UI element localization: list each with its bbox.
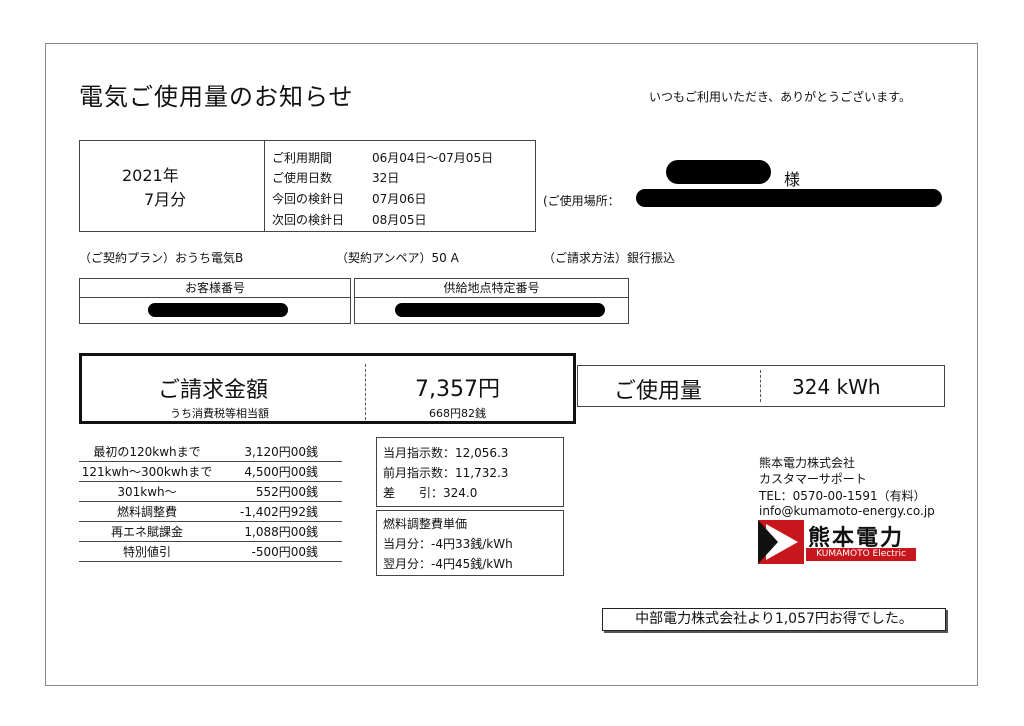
meter-reading-box: 当月指示数：12,056.3 前月指示数：11,732.3 差 引：324.0: [376, 437, 564, 507]
bill-year: 2021年: [122, 166, 179, 185]
fee-value: -500円00銭: [215, 541, 342, 562]
table-row: 121kwh〜300kwhまで 4,500円00銭: [79, 461, 342, 482]
table-row: 燃料調整費 -1,402円92銭: [79, 501, 342, 522]
fee-breakdown-table: 最初の120kwhまで 3,120円00銭 121kwh〜300kwhまで 4,50…: [79, 442, 342, 562]
customer-number-box: お客様番号: [79, 278, 351, 324]
company-name: 熊本電力株式会社: [759, 456, 856, 470]
logo-subtext: KUMAMOTO Electric Power: [806, 548, 916, 572]
period-value: 06月04日〜07月05日: [372, 151, 494, 165]
company-email: info@kumamoto-energy.co.jp: [759, 504, 935, 518]
company-dept: カスタマーサポート: [759, 472, 867, 486]
usage-place-label: (ご使用場所：: [543, 194, 620, 208]
payment-method: （ご請求方法）銀行振込: [543, 251, 676, 265]
fee-value: 4,500円00銭: [215, 461, 342, 482]
days-label: ご使用日数: [272, 171, 333, 185]
table-row: 再エネ賦課金 1,088円00銭: [79, 521, 342, 542]
period-divider: [264, 141, 265, 231]
contract-ampere: （契約アンペア）50 A: [336, 251, 459, 265]
billing-period-box: 2021年 7月分 ご利用期間 06月04日〜07月05日 ご使用日数 32日 …: [79, 140, 536, 232]
fee-value: -1,402円92銭: [215, 501, 342, 522]
fee-label: 121kwh〜300kwhまで: [79, 461, 215, 482]
fee-label: 301kwh〜: [79, 481, 215, 502]
fuel-this-month: 当月分：-4円33銭/kWh: [383, 537, 513, 551]
supply-point-label: 供給地点特定番号: [355, 279, 628, 298]
current-meter-reading: 当月指示数：12,056.3: [383, 446, 509, 460]
greeting-text: いつもご利用いただき、ありがとうございます。: [649, 90, 911, 104]
bill-sheet: 電気ご使用量のお知らせ いつもご利用いただき、ありがとうございます。 2021年…: [45, 43, 978, 686]
usage-divider: [760, 370, 761, 402]
fee-label: 最初の120kwhまで: [79, 442, 215, 462]
next-reading-label: 次回の検針日: [272, 213, 345, 227]
usage-box: ご使用量 324 kWh: [577, 365, 945, 407]
table-row: 最初の120kwhまで 3,120円00銭: [79, 442, 342, 462]
fuel-adjustment-box: 燃料調整費単価 当月分：-4円33銭/kWh 翌月分：-4円45銭/kWh: [376, 510, 564, 576]
honorific: 様: [784, 170, 801, 189]
customer-number-label: お客様番号: [80, 279, 350, 298]
company-tel: TEL：0570-00-1591（有料）: [759, 489, 926, 503]
fee-value: 552円00銭: [215, 481, 342, 502]
page-title: 電気ご使用量のお知らせ: [79, 83, 354, 111]
usage-title: ご使用量: [614, 379, 703, 404]
redacted-usage-place: [636, 189, 942, 207]
next-reading-value: 08月05日: [372, 213, 427, 227]
billing-divider: [365, 364, 366, 420]
fee-value: 3,120円00銭: [215, 442, 342, 462]
period-label: ご利用期間: [272, 151, 333, 165]
billing-amount-box: ご請求金額 7,357円 うち消費税等相当額 668円82銭: [79, 353, 576, 424]
fuel-adjustment-title: 燃料調整費単価: [383, 517, 468, 531]
previous-meter-reading: 前月指示数：11,732.3: [383, 466, 509, 480]
savings-notice: 中部電力株式会社より1,057円お得でした。: [602, 608, 946, 631]
redacted-customer-name: [666, 160, 771, 184]
days-value: 32日: [372, 171, 400, 185]
tax-label: うち消費税等相当額: [170, 407, 269, 420]
tax-amount: 668円82銭: [429, 407, 486, 420]
bill-month: 7月分: [144, 190, 187, 209]
fee-label: 特別値引: [79, 541, 215, 562]
fee-value: 1,088円00銭: [215, 521, 342, 542]
usage-value: 324 kWh: [792, 375, 881, 399]
table-row: 特別値引 -500円00銭: [79, 541, 342, 562]
company-logo: 熊本電力 KUMAMOTO Electric Power: [758, 518, 918, 572]
meter-difference: 差 引：324.0: [383, 486, 478, 500]
billing-amount: 7,357円: [415, 377, 500, 402]
fuel-next-month: 翌月分：-4円45銭/kWh: [383, 557, 513, 571]
logo-mark-icon: [758, 520, 804, 564]
billing-title: ご請求金額: [158, 378, 269, 403]
contract-plan: （ご契約プラン）おうち電気B: [79, 251, 244, 265]
fee-label: 燃料調整費: [79, 501, 215, 522]
current-reading-value: 07月06日: [372, 192, 427, 206]
redacted-supply-point-number: [395, 303, 605, 317]
fee-label: 再エネ賦課金: [79, 521, 215, 542]
current-reading-label: 今回の検針日: [272, 192, 345, 206]
supply-point-box: 供給地点特定番号: [354, 278, 629, 324]
redacted-customer-number: [148, 303, 288, 317]
table-row: 301kwh〜 552円00銭: [79, 481, 342, 502]
